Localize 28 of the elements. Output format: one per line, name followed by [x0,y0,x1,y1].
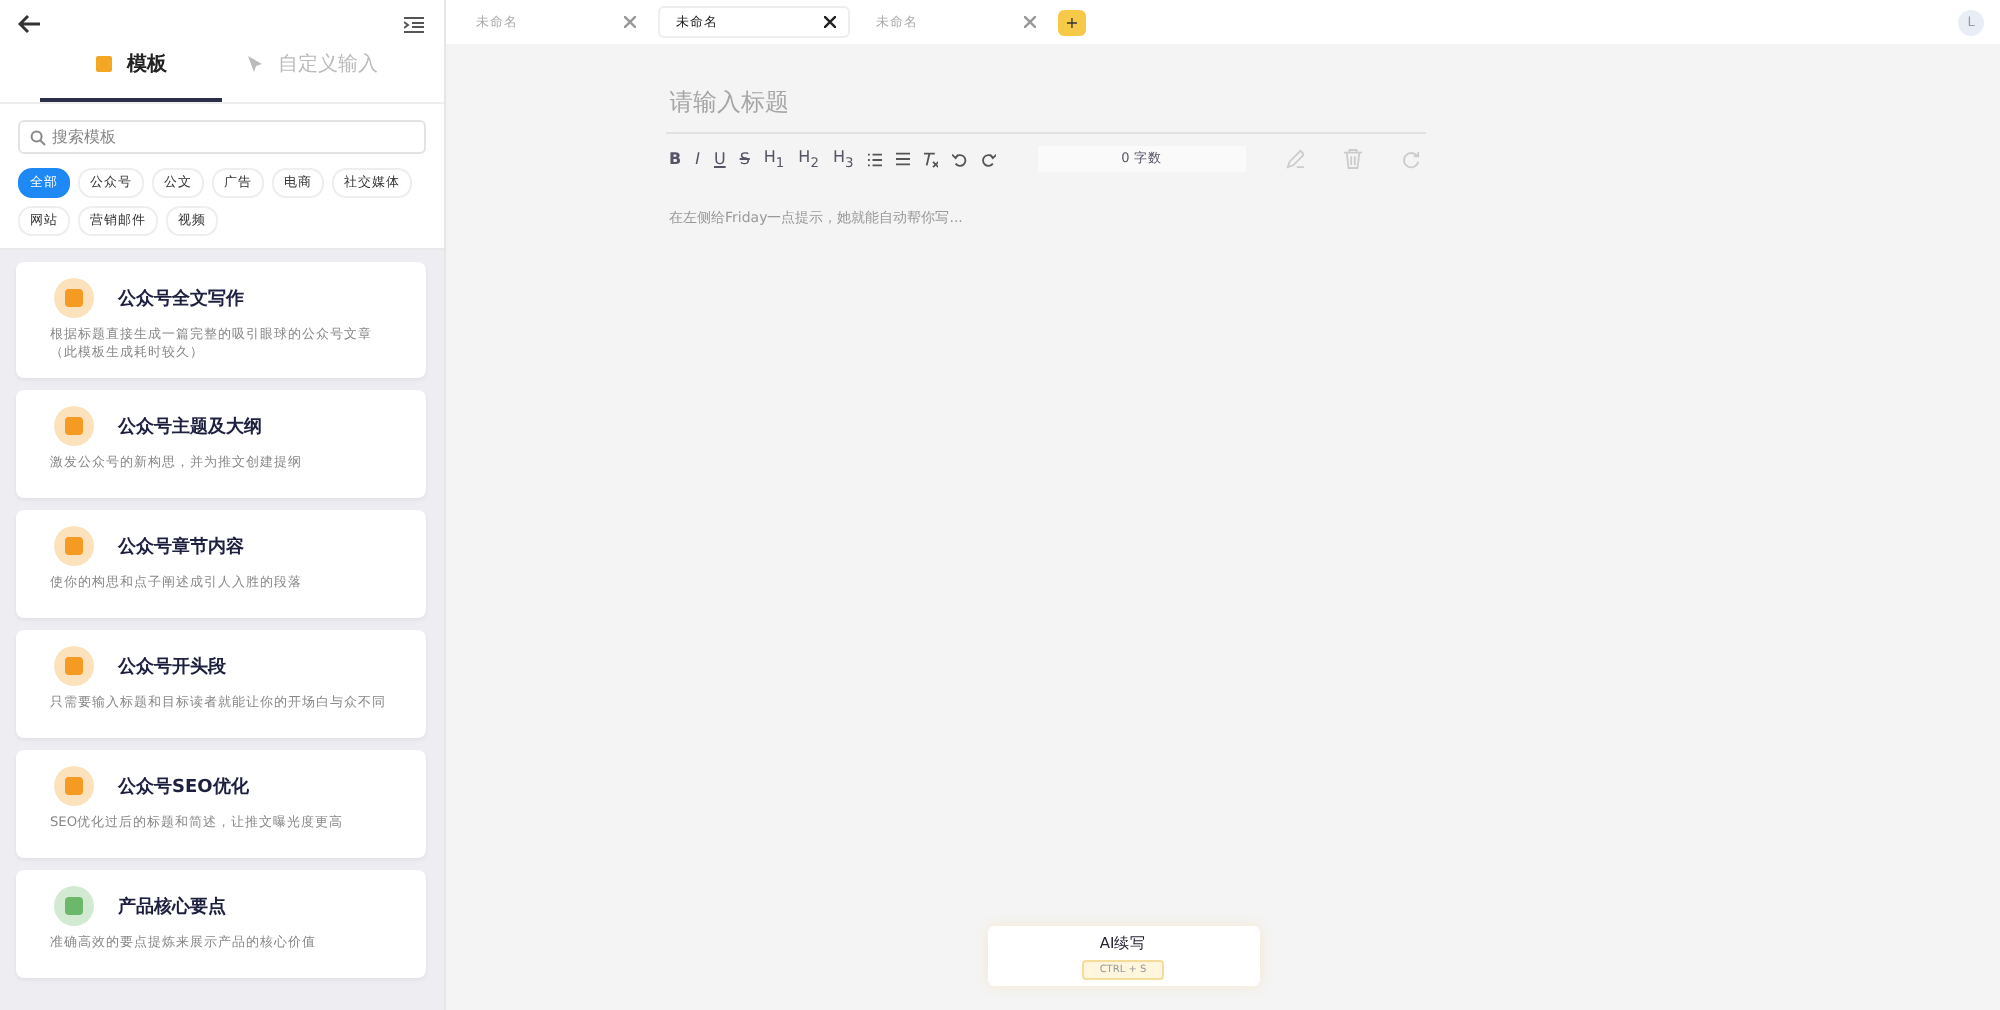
sidebar-tab[interactable]: 模板 [40,34,222,102]
list-icon[interactable] [867,151,882,167]
format-button[interactable]: H$_{2}$ [798,147,819,171]
format-button[interactable]: H$_{1}$ [763,147,785,171]
template-title: 产品核心要点 [118,894,226,920]
align-icon[interactable] [895,152,911,166]
menu-icon[interactable] [404,15,424,33]
clear-format-icon[interactable] [924,151,939,167]
undo-icon[interactable] [952,151,968,167]
back-arrow-icon[interactable] [18,14,42,34]
template-title: 公众号SEO优化 [118,775,249,800]
search-field[interactable]: 搜索模板 [18,120,426,154]
template-title: 公众号全文写作 [118,286,244,311]
format-button[interactable]: S [739,150,750,168]
template-icon [95,56,111,72]
search-icon [30,130,46,146]
add-tab-button[interactable]: + [1058,9,1086,35]
redo-icon[interactable] [981,151,996,167]
close-icon[interactable] [824,16,836,28]
format-button[interactable]: H$_{3}$ [832,147,854,171]
template-title: 公众号开头段 [118,654,226,680]
format-button[interactable]: B [669,150,682,168]
cursor-icon [248,56,262,72]
format-button[interactable]: I [695,150,700,168]
format-button[interactable]: U [713,150,726,168]
template-title: 公众号章节内容 [118,534,244,560]
title-field[interactable]: 请输入标题 [665,88,1425,134]
template-title: 公众号主题及大纲 [118,414,262,440]
